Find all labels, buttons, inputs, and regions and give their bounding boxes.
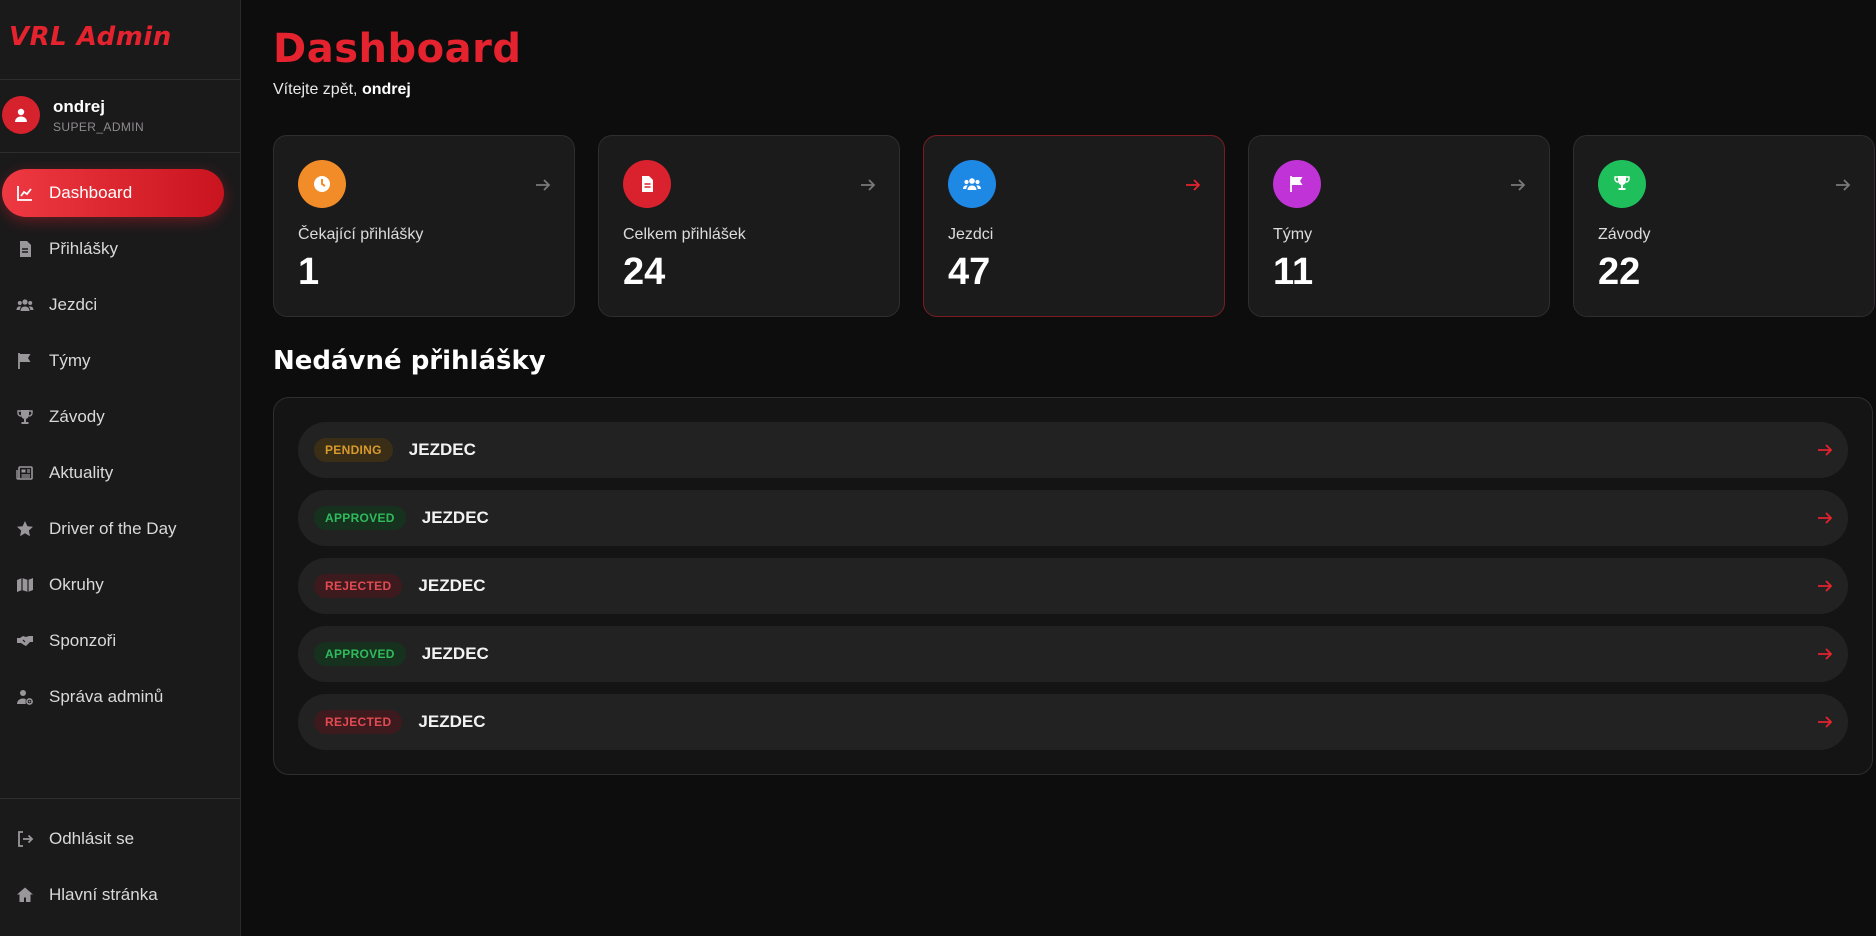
nav-label: Okruhy xyxy=(49,575,104,594)
divider xyxy=(0,798,240,799)
sidebar: VRL Admin ondrej SUPER_ADMIN Dashboard P… xyxy=(0,0,241,936)
welcome-text: Vítejte zpět, ondrej xyxy=(273,81,411,99)
page-title: Dashboard xyxy=(273,26,522,72)
stat-label: Celkem přihlášek xyxy=(623,226,746,243)
application-row[interactable]: APPROVED JEZDEC xyxy=(298,626,1848,682)
home-link[interactable]: Hlavní stránka xyxy=(2,871,224,919)
arrow-right-icon xyxy=(1511,179,1526,191)
arrow-right-icon xyxy=(1818,648,1833,660)
user-gear-icon xyxy=(16,688,34,706)
nav-label: Hlavní stránka xyxy=(49,885,158,904)
arrow-right-icon xyxy=(536,179,551,191)
nav-item-aktuality[interactable]: Aktuality xyxy=(2,449,224,497)
arrow-right-icon xyxy=(1818,512,1833,524)
stat-value: 1 xyxy=(298,251,320,293)
stat-label: Závody xyxy=(1598,226,1651,243)
nav-item-driver-of-the-day[interactable]: Driver of the Day xyxy=(2,505,224,553)
divider xyxy=(0,79,240,80)
nav-label: Správa adminů xyxy=(49,687,164,706)
application-row[interactable]: PENDING JEZDEC xyxy=(298,422,1848,478)
welcome-user: ondrej xyxy=(361,81,411,98)
applicant-name: JEZDEC xyxy=(418,576,486,595)
stat-value: 11 xyxy=(1273,251,1314,293)
stat-value: 22 xyxy=(1598,251,1641,293)
nav-label: Závody xyxy=(49,407,105,426)
applicant-name: JEZDEC xyxy=(421,644,489,663)
nav-label: Driver of the Day xyxy=(49,519,177,538)
stat-value: 24 xyxy=(623,251,666,293)
trophy-icon xyxy=(16,408,34,426)
welcome-prefix: Vítejte zpět, xyxy=(273,81,362,98)
stat-value: 47 xyxy=(948,251,991,293)
newspaper-icon xyxy=(16,464,34,482)
logout-button[interactable]: Odhlásit se xyxy=(2,815,224,863)
logout-icon xyxy=(16,830,34,848)
applicant-name: JEZDEC xyxy=(408,440,476,459)
recent-applications-panel: PENDING JEZDEC APPROVED JEZDEC REJECTED … xyxy=(273,397,1873,775)
star-icon xyxy=(16,520,34,538)
status-badge: APPROVED xyxy=(314,506,406,530)
nav-item-tymy[interactable]: Týmy xyxy=(2,337,224,385)
nav-item-okruhy[interactable]: Okruhy xyxy=(2,561,224,609)
arrow-right-icon xyxy=(1818,444,1833,456)
chart-line-icon xyxy=(16,184,34,202)
nav-item-dashboard[interactable]: Dashboard xyxy=(2,169,224,217)
nav-label: Dashboard xyxy=(49,183,133,202)
arrow-right-icon xyxy=(1818,580,1833,592)
stat-label: Týmy xyxy=(1273,226,1313,243)
nav-label: Aktuality xyxy=(49,463,114,482)
stat-card-pending[interactable]: Čekající přihlášky 1 xyxy=(273,135,575,317)
document-icon xyxy=(623,160,671,208)
application-row[interactable]: REJECTED JEZDEC xyxy=(298,558,1848,614)
divider xyxy=(0,152,240,153)
user-icon xyxy=(15,108,27,122)
status-badge: APPROVED xyxy=(314,642,406,666)
document-icon xyxy=(16,240,34,258)
flag-icon xyxy=(1273,160,1321,208)
status-badge: REJECTED xyxy=(314,574,403,598)
nav-item-sprava-adminu[interactable]: Správa adminů xyxy=(2,673,224,721)
applicant-name: JEZDEC xyxy=(421,508,489,527)
clock-icon xyxy=(298,160,346,208)
brand-logo[interactable]: VRL Admin xyxy=(9,22,172,52)
nav-item-jezdci[interactable]: Jezdci xyxy=(2,281,224,329)
nav-label: Jezdci xyxy=(49,295,98,314)
nav-label: Odhlásit se xyxy=(49,829,135,848)
stat-card-teams[interactable]: Týmy 11 xyxy=(1248,135,1550,317)
nav-item-prihlasky[interactable]: Přihlášky xyxy=(2,225,224,273)
arrow-right-icon xyxy=(861,179,876,191)
arrow-right-icon xyxy=(1818,716,1833,728)
stat-card-races[interactable]: Závody 22 xyxy=(1573,135,1875,317)
application-row[interactable]: APPROVED JEZDEC xyxy=(298,490,1848,546)
section-title: Nedávné přihlášky xyxy=(273,346,546,376)
arrow-right-icon xyxy=(1186,179,1201,191)
map-icon xyxy=(16,576,34,594)
avatar xyxy=(2,96,40,134)
handshake-icon xyxy=(16,632,34,650)
flag-icon xyxy=(16,352,34,370)
nav-label: Sponzoři xyxy=(49,631,117,650)
nav-item-zavody[interactable]: Závody xyxy=(2,393,224,441)
home-icon xyxy=(16,886,34,904)
nav-label: Týmy xyxy=(49,351,91,370)
status-badge: REJECTED xyxy=(314,710,403,734)
users-icon xyxy=(948,160,996,208)
application-row[interactable]: REJECTED JEZDEC xyxy=(298,694,1848,750)
nav-item-sponzori[interactable]: Sponzoři xyxy=(2,617,224,665)
stat-card-total[interactable]: Celkem přihlášek 24 xyxy=(598,135,900,317)
stat-label: Čekající přihlášky xyxy=(298,226,424,243)
user-name: ondrej xyxy=(53,97,105,116)
arrow-right-icon xyxy=(1836,179,1851,191)
stat-card-riders[interactable]: Jezdci 47 xyxy=(923,135,1225,317)
status-badge: PENDING xyxy=(314,438,393,462)
users-icon xyxy=(16,296,34,314)
stat-label: Jezdci xyxy=(948,226,994,243)
user-role: SUPER_ADMIN xyxy=(53,120,145,134)
nav-label: Přihlášky xyxy=(49,239,118,258)
applicant-name: JEZDEC xyxy=(418,712,486,731)
trophy-icon xyxy=(1598,160,1646,208)
